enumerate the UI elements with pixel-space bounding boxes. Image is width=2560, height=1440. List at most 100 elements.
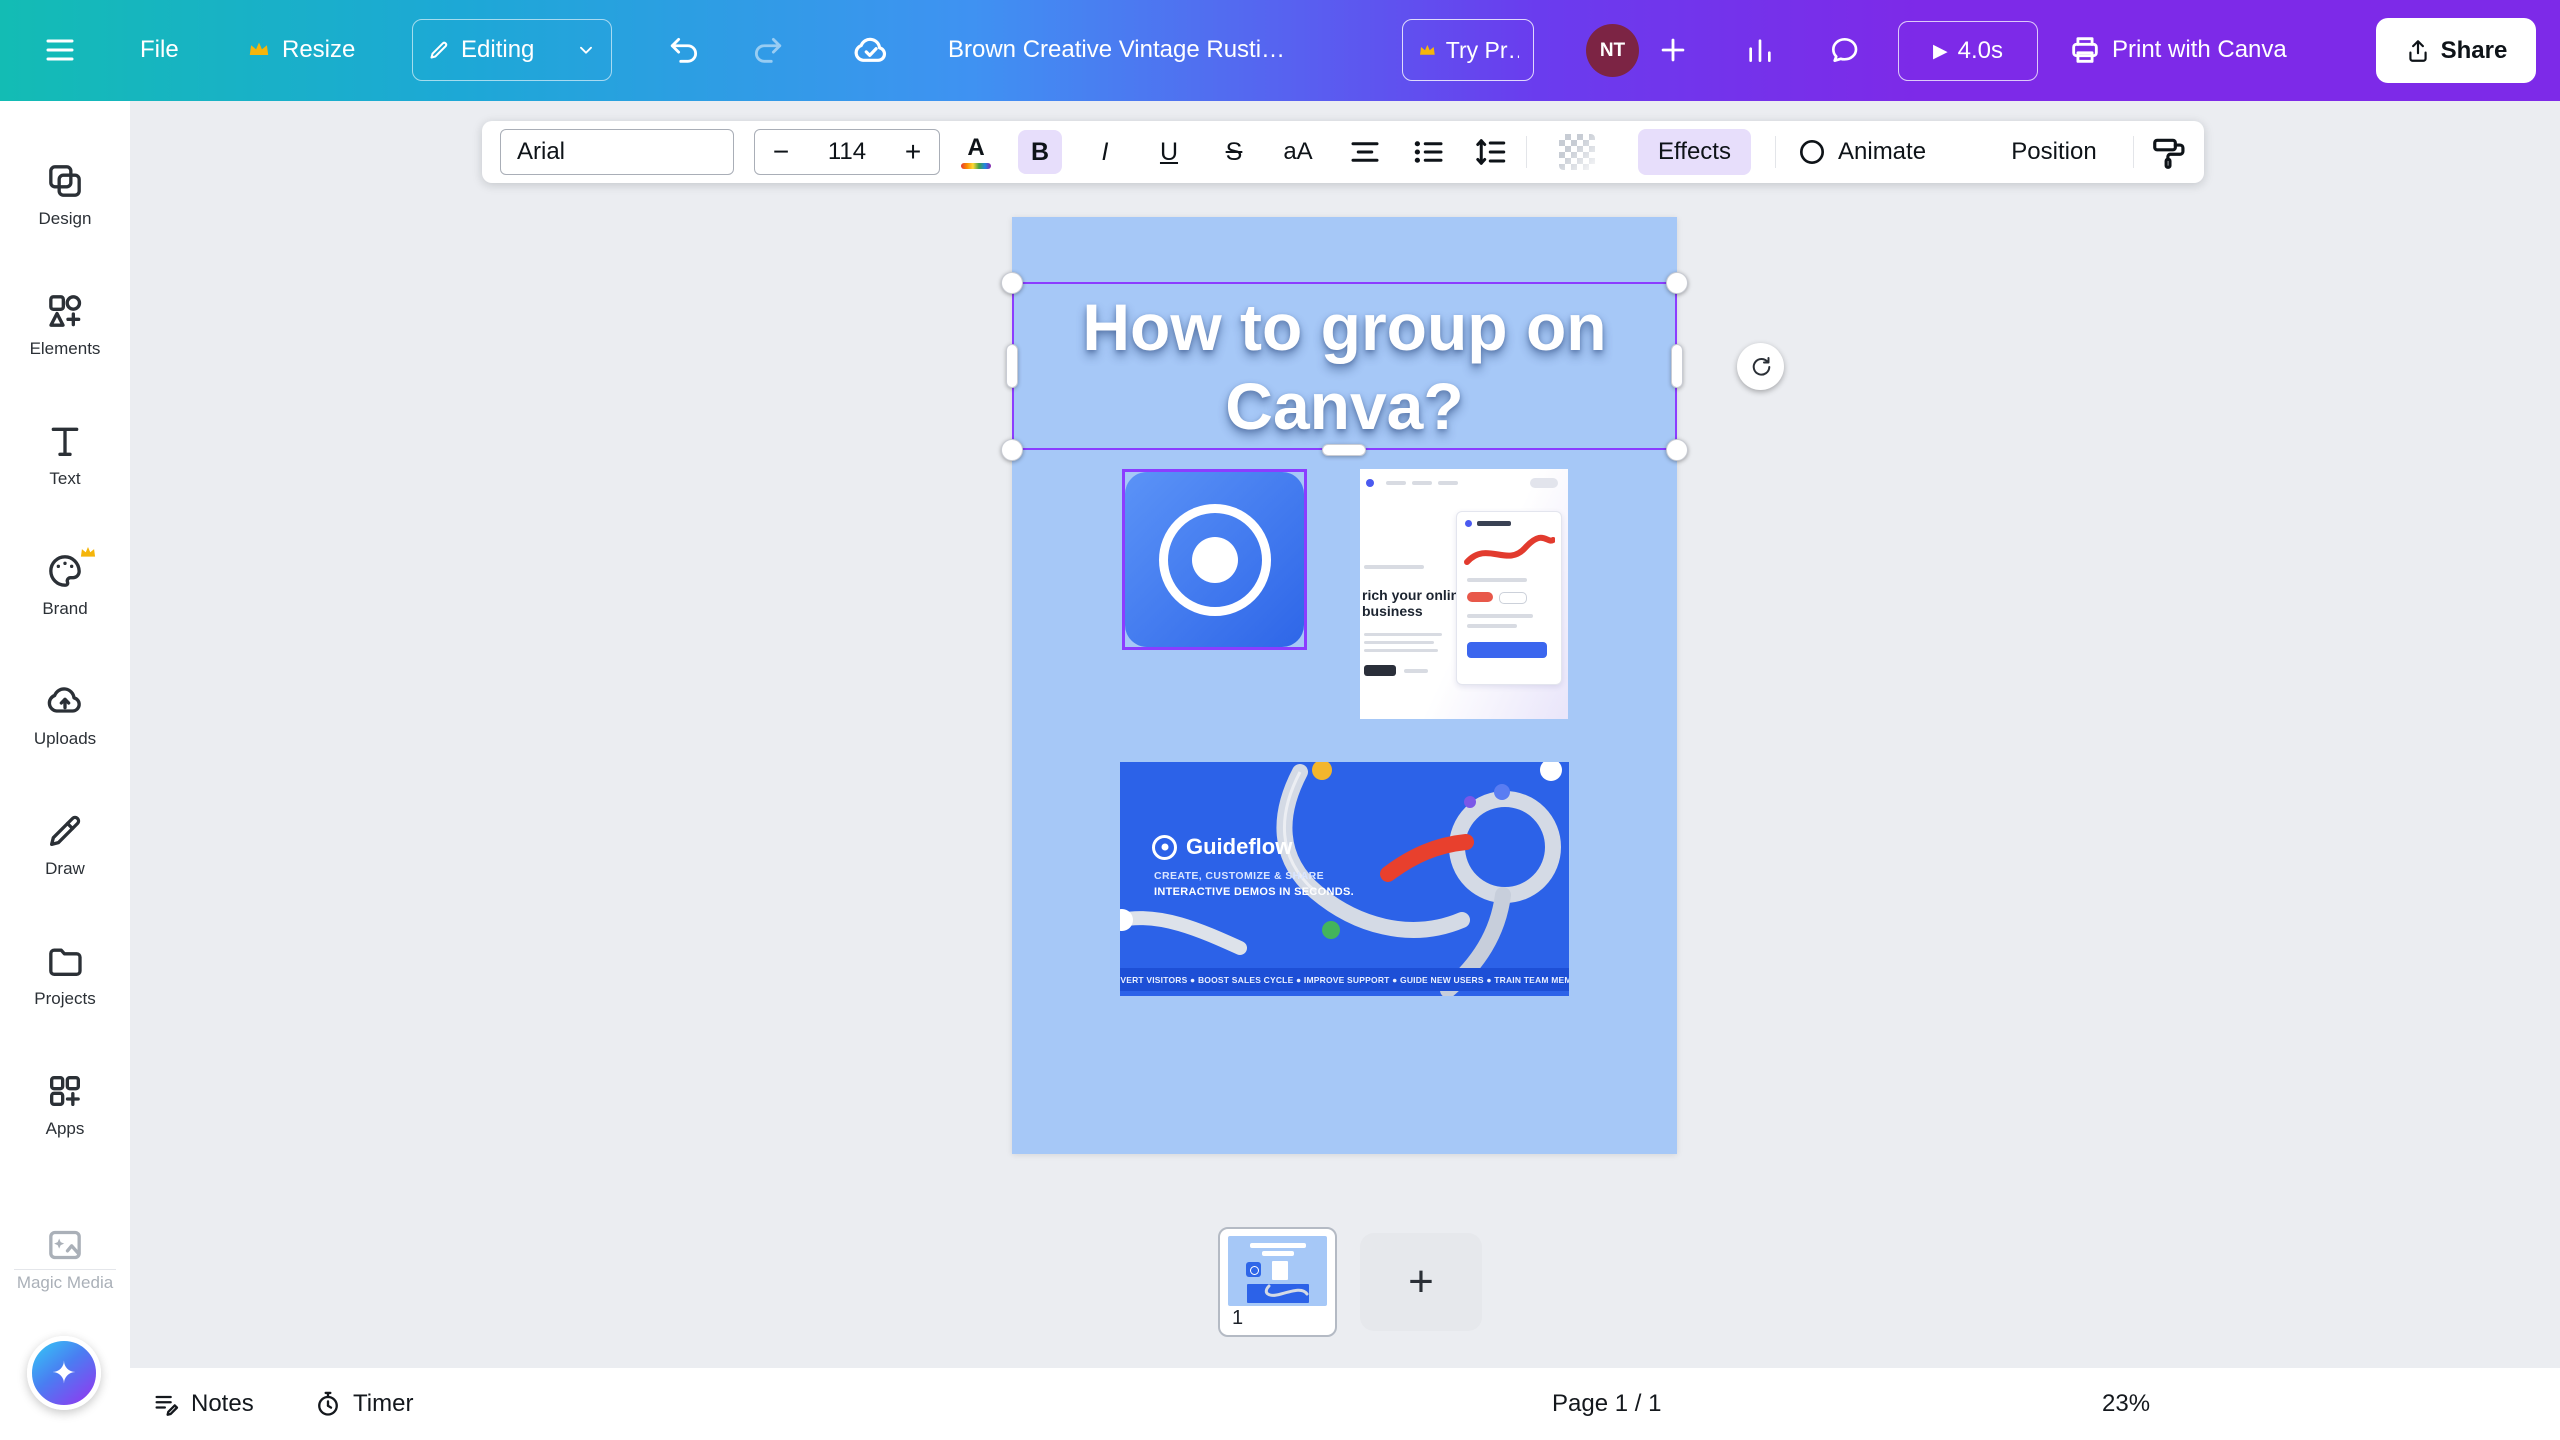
mini-pill-outline bbox=[1499, 592, 1527, 604]
present-duration-button[interactable]: ▶ 4.0s bbox=[1898, 21, 2038, 81]
sidebar-item-draw[interactable]: Draw bbox=[0, 788, 130, 900]
guideflow-logo-icon bbox=[1152, 835, 1177, 860]
document-title[interactable]: Brown Creative Vintage Rusti… bbox=[948, 36, 1328, 64]
text-align-icon[interactable] bbox=[1347, 134, 1383, 170]
sidebar-item-brand[interactable]: Brand bbox=[0, 528, 130, 640]
sidebar-item-projects[interactable]: Projects bbox=[0, 918, 130, 1030]
add-page-button[interactable]: + bbox=[1360, 1233, 1482, 1331]
mini-nav-button bbox=[1530, 478, 1558, 488]
timer-button[interactable]: Timer bbox=[314, 1368, 413, 1440]
zoom-value-label: 23% bbox=[2102, 1390, 2150, 1418]
sidebar-item-label: Apps bbox=[46, 1120, 85, 1138]
mini-card bbox=[1456, 511, 1562, 685]
try-pro-button[interactable]: Try Pr… bbox=[1402, 19, 1534, 81]
sidebar-item-apps[interactable]: Apps bbox=[0, 1048, 130, 1160]
add-member-icon[interactable] bbox=[1656, 33, 1690, 67]
sidebar-item-magic-media[interactable]: Magic Media bbox=[0, 1202, 130, 1314]
chevron-down-icon bbox=[575, 39, 597, 61]
mini-nav-link bbox=[1438, 481, 1458, 485]
mini-card-row bbox=[1467, 624, 1517, 628]
letter-case-button[interactable]: aA bbox=[1270, 130, 1326, 174]
duration-label: 4.0s bbox=[1958, 37, 2003, 65]
transparency-icon[interactable] bbox=[1559, 134, 1595, 170]
rotate-icon bbox=[1749, 355, 1773, 379]
italic-button[interactable]: I bbox=[1085, 130, 1125, 174]
copy-style-roller-icon[interactable] bbox=[2150, 134, 2188, 172]
sidebar: Design Elements Text Brand Uploads Draw … bbox=[0, 101, 130, 1368]
banner-image-element[interactable]: Guideflow CREATE, CUSTOMIZE & SHARE INTE… bbox=[1120, 762, 1569, 996]
page-indicator-label: Page 1 / 1 bbox=[1552, 1390, 1661, 1418]
share-button[interactable]: Share bbox=[2376, 18, 2536, 83]
apps-icon bbox=[45, 1071, 85, 1111]
font-size-increase-button[interactable]: + bbox=[887, 136, 939, 168]
insights-icon[interactable] bbox=[1744, 34, 1776, 66]
resize-handle-bottom[interactable] bbox=[1322, 444, 1366, 456]
avatar-initials: NT bbox=[1600, 40, 1625, 62]
resize-handle-top-left[interactable] bbox=[1001, 272, 1023, 294]
magic-media-icon bbox=[45, 1225, 85, 1265]
sidebar-item-uploads[interactable]: Uploads bbox=[0, 658, 130, 770]
top-bar: File Resize Editing Brown Creative Vinta… bbox=[0, 0, 2560, 101]
editing-mode-label: Editing bbox=[461, 36, 534, 64]
banner-brand-name: Guideflow bbox=[1186, 834, 1292, 860]
font-size-value[interactable]: 114 bbox=[807, 138, 887, 166]
mini-nav-link bbox=[1386, 481, 1406, 485]
underline-button[interactable]: U bbox=[1149, 130, 1189, 174]
canva-editor: File Resize Editing Brown Creative Vinta… bbox=[0, 0, 2560, 1440]
sidebar-item-design[interactable]: Design bbox=[0, 138, 130, 250]
cloud-saved-icon bbox=[852, 31, 890, 69]
assistant-button[interactable]: ✦ bbox=[27, 1336, 101, 1410]
animate-icon bbox=[1796, 136, 1828, 168]
website-screenshot-element[interactable]: rich your online business bbox=[1360, 469, 1568, 719]
mini-heading-bar bbox=[1262, 1251, 1294, 1256]
sidebar-item-label: Uploads bbox=[34, 730, 96, 748]
menu-icon[interactable] bbox=[42, 32, 78, 68]
page-thumbnail-number: 1 bbox=[1232, 1307, 1243, 1330]
effects-button[interactable]: Effects bbox=[1638, 129, 1751, 175]
resize-handle-left[interactable] bbox=[1006, 344, 1018, 388]
play-icon: ▶ bbox=[1933, 40, 1948, 62]
sidebar-item-text[interactable]: Text bbox=[0, 398, 130, 510]
zoom-value[interactable]: 23% bbox=[2102, 1368, 2150, 1440]
text-color-button[interactable]: A bbox=[956, 130, 996, 174]
bullet-list-icon[interactable] bbox=[1411, 134, 1447, 170]
position-button[interactable]: Position bbox=[1999, 130, 2109, 174]
font-size-decrease-button[interactable]: − bbox=[755, 136, 807, 168]
selected-text-element[interactable]: How to group on Canva? bbox=[1012, 282, 1677, 450]
font-family-value: Arial bbox=[517, 138, 565, 166]
sidebar-item-elements[interactable]: Elements bbox=[0, 268, 130, 380]
print-with-canva-button[interactable]: Print with Canva bbox=[2112, 36, 2287, 64]
resize-handle-right[interactable] bbox=[1671, 344, 1683, 388]
resize-handle-bottom-right[interactable] bbox=[1666, 439, 1688, 461]
spacing-icon[interactable] bbox=[1473, 134, 1509, 170]
strikethrough-button[interactable]: S bbox=[1214, 130, 1254, 174]
toolbar-divider bbox=[1775, 136, 1776, 168]
resize-handle-top-right[interactable] bbox=[1666, 272, 1688, 294]
animate-button[interactable]: Animate bbox=[1838, 130, 1948, 174]
printer-icon bbox=[2068, 33, 2102, 67]
logo-image-element[interactable] bbox=[1122, 469, 1307, 650]
undo-icon[interactable] bbox=[668, 33, 702, 67]
sidebar-item-label: Elements bbox=[30, 340, 101, 358]
pro-crown-badge-icon bbox=[78, 542, 98, 562]
notes-button[interactable]: Notes bbox=[152, 1368, 254, 1440]
draw-icon bbox=[45, 811, 85, 851]
redo-icon[interactable] bbox=[750, 33, 784, 67]
resize-handle-bottom-left[interactable] bbox=[1001, 439, 1023, 461]
mini-web-tile bbox=[1272, 1261, 1288, 1280]
font-family-selector[interactable]: Arial bbox=[500, 129, 734, 175]
resize-button[interactable]: Resize bbox=[282, 36, 355, 64]
page-thumbnail-1[interactable]: 1 bbox=[1218, 1227, 1337, 1337]
avatar[interactable]: NT bbox=[1586, 24, 1639, 77]
rotate-handle[interactable] bbox=[1737, 343, 1784, 390]
comments-icon[interactable] bbox=[1828, 34, 1860, 66]
page-heading[interactable]: How to group on Canva? bbox=[1014, 284, 1675, 446]
uploads-icon bbox=[45, 681, 85, 721]
banner-tagline-2: INTERACTIVE DEMOS IN SECONDS. bbox=[1154, 886, 1354, 898]
file-menu-button[interactable]: File bbox=[140, 36, 179, 64]
mini-link bbox=[1404, 669, 1428, 673]
elements-icon bbox=[45, 291, 85, 331]
projects-icon bbox=[45, 941, 85, 981]
editing-mode-dropdown[interactable]: Editing bbox=[412, 19, 612, 81]
bold-button[interactable]: B bbox=[1018, 130, 1062, 174]
